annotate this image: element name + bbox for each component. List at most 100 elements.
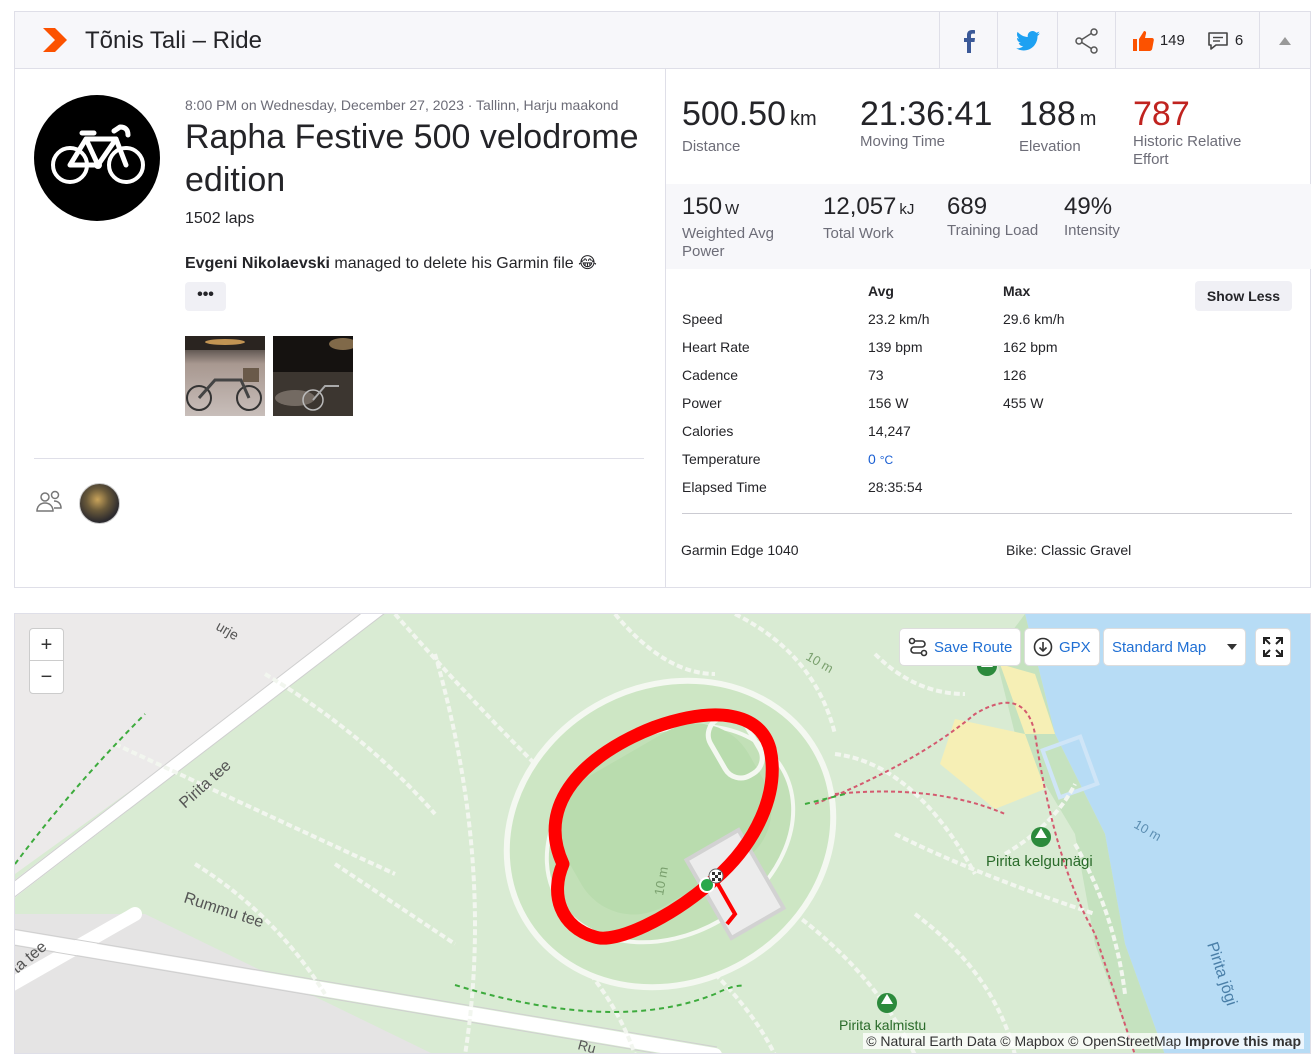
stat-value: 500.50 [682, 95, 786, 133]
gpx-label: GPX [1059, 638, 1091, 656]
bicycle-icon [51, 124, 145, 184]
max-header: Max [1003, 283, 1031, 299]
stat-label: Distance [682, 138, 741, 155]
table-row: Power [682, 395, 722, 415]
activity-description: Evgeni Nikolaevski managed to delete his… [185, 253, 597, 273]
tree-icon [877, 993, 897, 1013]
temperature-value: 0 [868, 451, 876, 467]
stat-unit: kJ [899, 201, 915, 218]
table-row: Cadence [682, 367, 738, 387]
share-button[interactable] [1057, 12, 1115, 69]
fullscreen-button[interactable] [1256, 629, 1290, 665]
kudos-button[interactable]: 149 [1132, 30, 1185, 51]
expand-icon [1263, 637, 1283, 657]
stat-label: Intensity [1064, 222, 1120, 239]
map-label-kelgumagi: Pirita kelgumägi [986, 853, 1093, 870]
activity-photo-2[interactable] [273, 336, 353, 416]
activity-laps: 1502 laps [185, 210, 255, 227]
row-label: Calories [682, 423, 734, 439]
save-route-button[interactable]: Save Route [900, 629, 1021, 665]
stat-value: 150 [682, 193, 723, 220]
bike-name[interactable]: Bike: Classic Gravel [1006, 542, 1131, 558]
comment-icon [1208, 31, 1228, 50]
activity-summary: 8:00 PM on Wednesday, December 27, 2023 … [15, 69, 665, 588]
more-actions-button[interactable]: ••• [185, 282, 226, 311]
stat-intensity[interactable]: 49% Intensity [1064, 192, 1120, 240]
zoom-controls: + − [29, 628, 64, 694]
chevron-down-icon [1227, 644, 1237, 650]
row-label: Elapsed Time [682, 479, 767, 495]
row-label: Temperature [682, 451, 761, 467]
stat-value: 689 [947, 193, 988, 220]
stat-unit: W [725, 201, 740, 218]
temperature-unit[interactable]: °C [880, 453, 893, 467]
athlete-avatar[interactable] [79, 483, 120, 524]
activity-photo-1[interactable] [185, 336, 265, 416]
table-row: Calories [682, 423, 733, 443]
stat-value: 12,057 [823, 193, 897, 220]
gpx-button[interactable]: GPX [1025, 629, 1099, 665]
stat-unit: km [790, 108, 817, 130]
row-avg: 139 bpm [868, 339, 923, 355]
map-type-label: Standard Map [1112, 638, 1207, 656]
activity-stats: 500.50 km Distance 21:36:41 Moving Time 1… [665, 69, 1311, 588]
activity-header-title: Tõnis Tali – Ride [85, 27, 262, 54]
improve-map-link[interactable]: Improve this map [1185, 1033, 1301, 1049]
stat-value: 787 [1133, 95, 1190, 133]
map-canvas: Pirita tee Rummu tee ta tee Pirita kelgu… [15, 614, 1310, 1053]
mentioned-athlete[interactable]: Evgeni Nikolaevski [185, 255, 330, 272]
comments-button[interactable]: 6 [1207, 31, 1243, 51]
row-max: 126 [1003, 367, 1027, 383]
stat-relative-effort[interactable]: 787 Historic Relative Effort [1133, 95, 1263, 169]
row-avg: 28:35:54 [868, 479, 923, 495]
activity-map[interactable]: Pirita tee Rummu tee ta tee Pirita kelgu… [14, 613, 1311, 1054]
description-text: managed to delete his Garmin file 😂 [329, 255, 597, 272]
zoom-out-button[interactable]: − [30, 661, 63, 693]
map-attribution: © Natural Earth Data © Mapbox © OpenStre… [863, 1033, 1304, 1049]
facebook-share-button[interactable] [939, 12, 997, 69]
table-row: Speed [682, 311, 722, 331]
collapse-button[interactable] [1259, 12, 1310, 69]
activity-title: Rapha Festive 500 velodrome edition [185, 118, 639, 199]
row-label: Power [682, 395, 722, 411]
row-max: 455 W [1003, 395, 1044, 411]
caret-up-icon [1279, 36, 1291, 45]
stat-moving-time: 21:36:41 Moving Time [860, 95, 992, 151]
group-activity-icon[interactable] [34, 489, 64, 513]
stat-label: Historic Relative Effort [1133, 133, 1242, 168]
share-icon [1074, 27, 1098, 54]
device-name: Garmin Edge 1040 [681, 542, 799, 558]
activity-card: Tõnis Tali – Ride 149 6 8:00 PM on Wedne… [14, 11, 1311, 588]
stat-label: Total Work [823, 225, 894, 242]
save-route-label: Save Route [934, 638, 1013, 656]
stat-distance: 500.50 km Distance [682, 95, 817, 156]
row-label: Speed [682, 311, 723, 327]
facebook-icon [963, 29, 975, 53]
kudos-count: 149 [1159, 32, 1185, 49]
stat-total-work: 12,057 kJ Total Work [823, 192, 914, 243]
stat-training-load[interactable]: 689 Training Load [947, 192, 1038, 240]
zoom-in-button[interactable]: + [30, 629, 63, 661]
twitter-share-button[interactable] [997, 12, 1057, 69]
row-max: 162 bpm [1003, 339, 1058, 355]
stat-value: 188 [1019, 95, 1076, 133]
map-type-select[interactable]: Standard Map [1104, 629, 1245, 665]
table-row: Elapsed Time [682, 479, 767, 499]
row-label: Heart Rate [682, 339, 750, 355]
download-icon [1033, 637, 1053, 657]
tree-icon [1031, 827, 1051, 847]
activity-header: Tõnis Tali – Ride 149 6 [15, 12, 1310, 69]
stat-value: 21:36:41 [860, 95, 993, 133]
stat-label: Elevation [1019, 138, 1081, 155]
kudos-comments-group: 149 6 [1115, 12, 1259, 69]
table-row: Heart Rate [682, 339, 750, 359]
stats-divider [682, 513, 1292, 514]
show-less-button[interactable]: Show Less [1195, 281, 1292, 311]
thumbs-up-icon [1132, 30, 1154, 51]
stat-unit: m [1079, 108, 1097, 130]
secondary-stats: 150 W Weighted Avg Power 12,057 kJ Total W… [666, 184, 1311, 269]
attribution-text[interactable]: © Natural Earth Data © Mapbox © OpenStre… [866, 1033, 1181, 1049]
stat-label: Weighted Avg Power [682, 225, 775, 260]
row-avg: 156 W [868, 395, 909, 411]
stat-label: Moving Time [860, 133, 946, 150]
